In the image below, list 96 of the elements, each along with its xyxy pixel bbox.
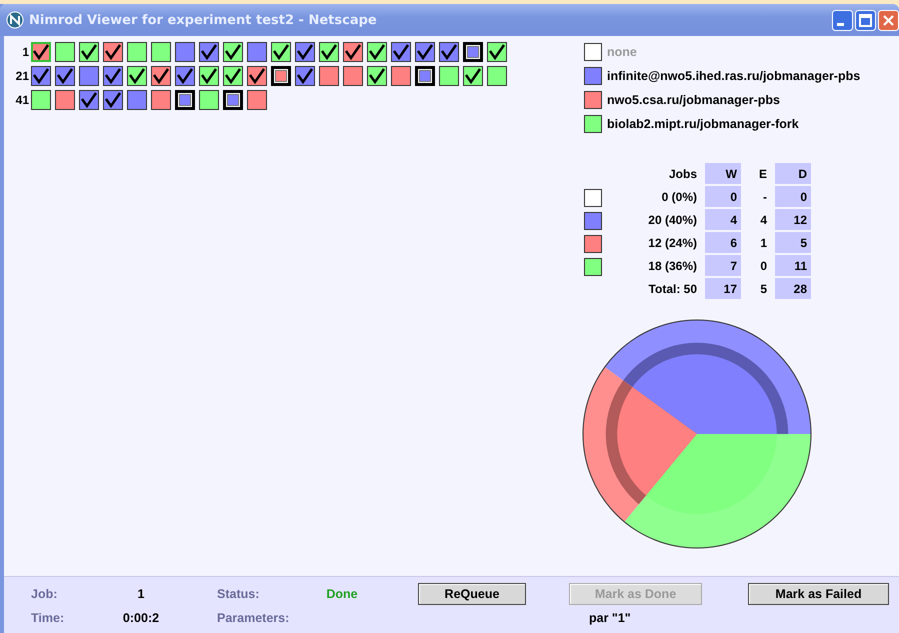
job-cell[interactable] (439, 42, 459, 62)
job-cell[interactable] (175, 66, 195, 86)
field-label: Time: (31, 611, 64, 625)
job-cell[interactable] (415, 42, 435, 62)
job-cell[interactable] (343, 42, 363, 62)
table-cell-text: 0 (759, 258, 768, 275)
job-cell[interactable] (223, 66, 243, 86)
close-icon[interactable] (878, 10, 899, 30)
field-label: Job: (31, 587, 58, 601)
table-cell-text: 1 (759, 235, 768, 252)
job-cell[interactable] (31, 90, 51, 110)
host-label: none (607, 45, 637, 59)
table-cell-text: 20 (40%) (647, 212, 698, 229)
table-cell-text: 18 (36%) (647, 258, 698, 275)
window-title: Nimrod Viewer for experiment test2 - Netscape (29, 12, 378, 28)
job-cell[interactable] (487, 66, 507, 86)
row-number: 41 (14, 93, 29, 107)
host-label: infinite@nwo5.ihed.ras.ru/jobmanager-pbs (607, 69, 860, 83)
table-cell-text: 4 (759, 212, 768, 229)
job-cell[interactable] (151, 66, 171, 86)
table-cell-text: 0 (0%) (660, 189, 698, 206)
table-cell-text: - (762, 189, 768, 206)
job-cell[interactable] (127, 90, 147, 110)
job-cell[interactable] (271, 42, 291, 62)
job-cell[interactable] (151, 42, 171, 62)
table-cell: 0 (775, 186, 811, 209)
job-cell[interactable] (55, 42, 75, 62)
table-cell: 6 (705, 232, 741, 255)
job-cell[interactable] (247, 42, 267, 62)
column-header: E (758, 166, 768, 183)
table-cell: 5 (775, 232, 811, 255)
field-value: 1 (138, 587, 144, 601)
total-cell: 17 (705, 278, 741, 301)
job-cell[interactable] (439, 66, 459, 86)
total-cell-text: 5 (759, 281, 768, 298)
column-header: W (705, 163, 741, 186)
job-cell[interactable] (31, 42, 51, 62)
job-cell[interactable] (487, 42, 507, 62)
row-number: 1 (21, 45, 29, 59)
field-value: 0:00:2 (122, 611, 160, 625)
job-cell[interactable] (271, 66, 291, 86)
job-cell[interactable] (103, 42, 123, 62)
column-header: D (775, 163, 811, 186)
field-label: Status: (217, 587, 260, 601)
job-cell[interactable] (103, 66, 123, 86)
job-cell[interactable] (223, 90, 243, 110)
status-value: Done (326, 587, 358, 601)
job-cell[interactable] (127, 66, 147, 86)
table-cell: 11 (775, 255, 811, 278)
job-cell[interactable] (247, 66, 267, 86)
job-cell[interactable] (79, 90, 99, 110)
job-cell[interactable] (463, 42, 483, 62)
table-cell-text: 12 (24%) (647, 235, 698, 252)
job-cell[interactable] (247, 90, 267, 110)
job-cell[interactable] (175, 90, 195, 110)
job-cell[interactable] (151, 90, 171, 110)
job-cell[interactable] (199, 90, 219, 110)
maximize-icon[interactable] (855, 10, 876, 30)
action-button[interactable]: Mark as Failed (748, 583, 889, 605)
job-cell[interactable] (127, 42, 147, 62)
job-cell[interactable] (319, 66, 339, 86)
job-cell[interactable] (103, 90, 123, 110)
job-cell[interactable] (31, 66, 51, 86)
table-cell: 4 (705, 209, 741, 232)
job-cell[interactable] (343, 66, 363, 86)
host-label: nwo5.csa.ru/jobmanager-pbs (607, 93, 780, 107)
field-value: par "1" (589, 611, 631, 625)
job-cell[interactable] (55, 90, 75, 110)
field-label: Parameters: (217, 611, 290, 625)
table-cell: 0 (705, 186, 741, 209)
column-header: Jobs (668, 166, 698, 183)
table-cell: 7 (705, 255, 741, 278)
job-cell[interactable] (199, 42, 219, 62)
action-button[interactable]: ReQueue (418, 583, 526, 605)
host-label: biolab2.mipt.ru/jobmanager-fork (607, 117, 799, 131)
job-cell[interactable] (55, 66, 75, 86)
job-cell[interactable] (391, 66, 411, 86)
job-cell[interactable] (391, 42, 411, 62)
job-cell[interactable] (415, 66, 435, 86)
total-cell-text: Total: 50 (648, 281, 698, 298)
job-cell[interactable] (175, 42, 195, 62)
total-cell: 28 (775, 278, 811, 301)
job-cell[interactable] (295, 66, 315, 86)
job-cell[interactable] (199, 66, 219, 86)
row-number: 21 (14, 69, 29, 83)
job-cell[interactable] (223, 42, 243, 62)
job-cell[interactable] (295, 42, 315, 62)
job-cell[interactable] (367, 66, 387, 86)
table-cell: 12 (775, 209, 811, 232)
minimize-icon[interactable] (832, 10, 853, 30)
job-cell[interactable] (79, 66, 99, 86)
app-icon (6, 11, 24, 29)
job-cell[interactable] (79, 42, 99, 62)
job-cell[interactable] (319, 42, 339, 62)
job-cell[interactable] (367, 42, 387, 62)
job-cell[interactable] (463, 66, 483, 86)
